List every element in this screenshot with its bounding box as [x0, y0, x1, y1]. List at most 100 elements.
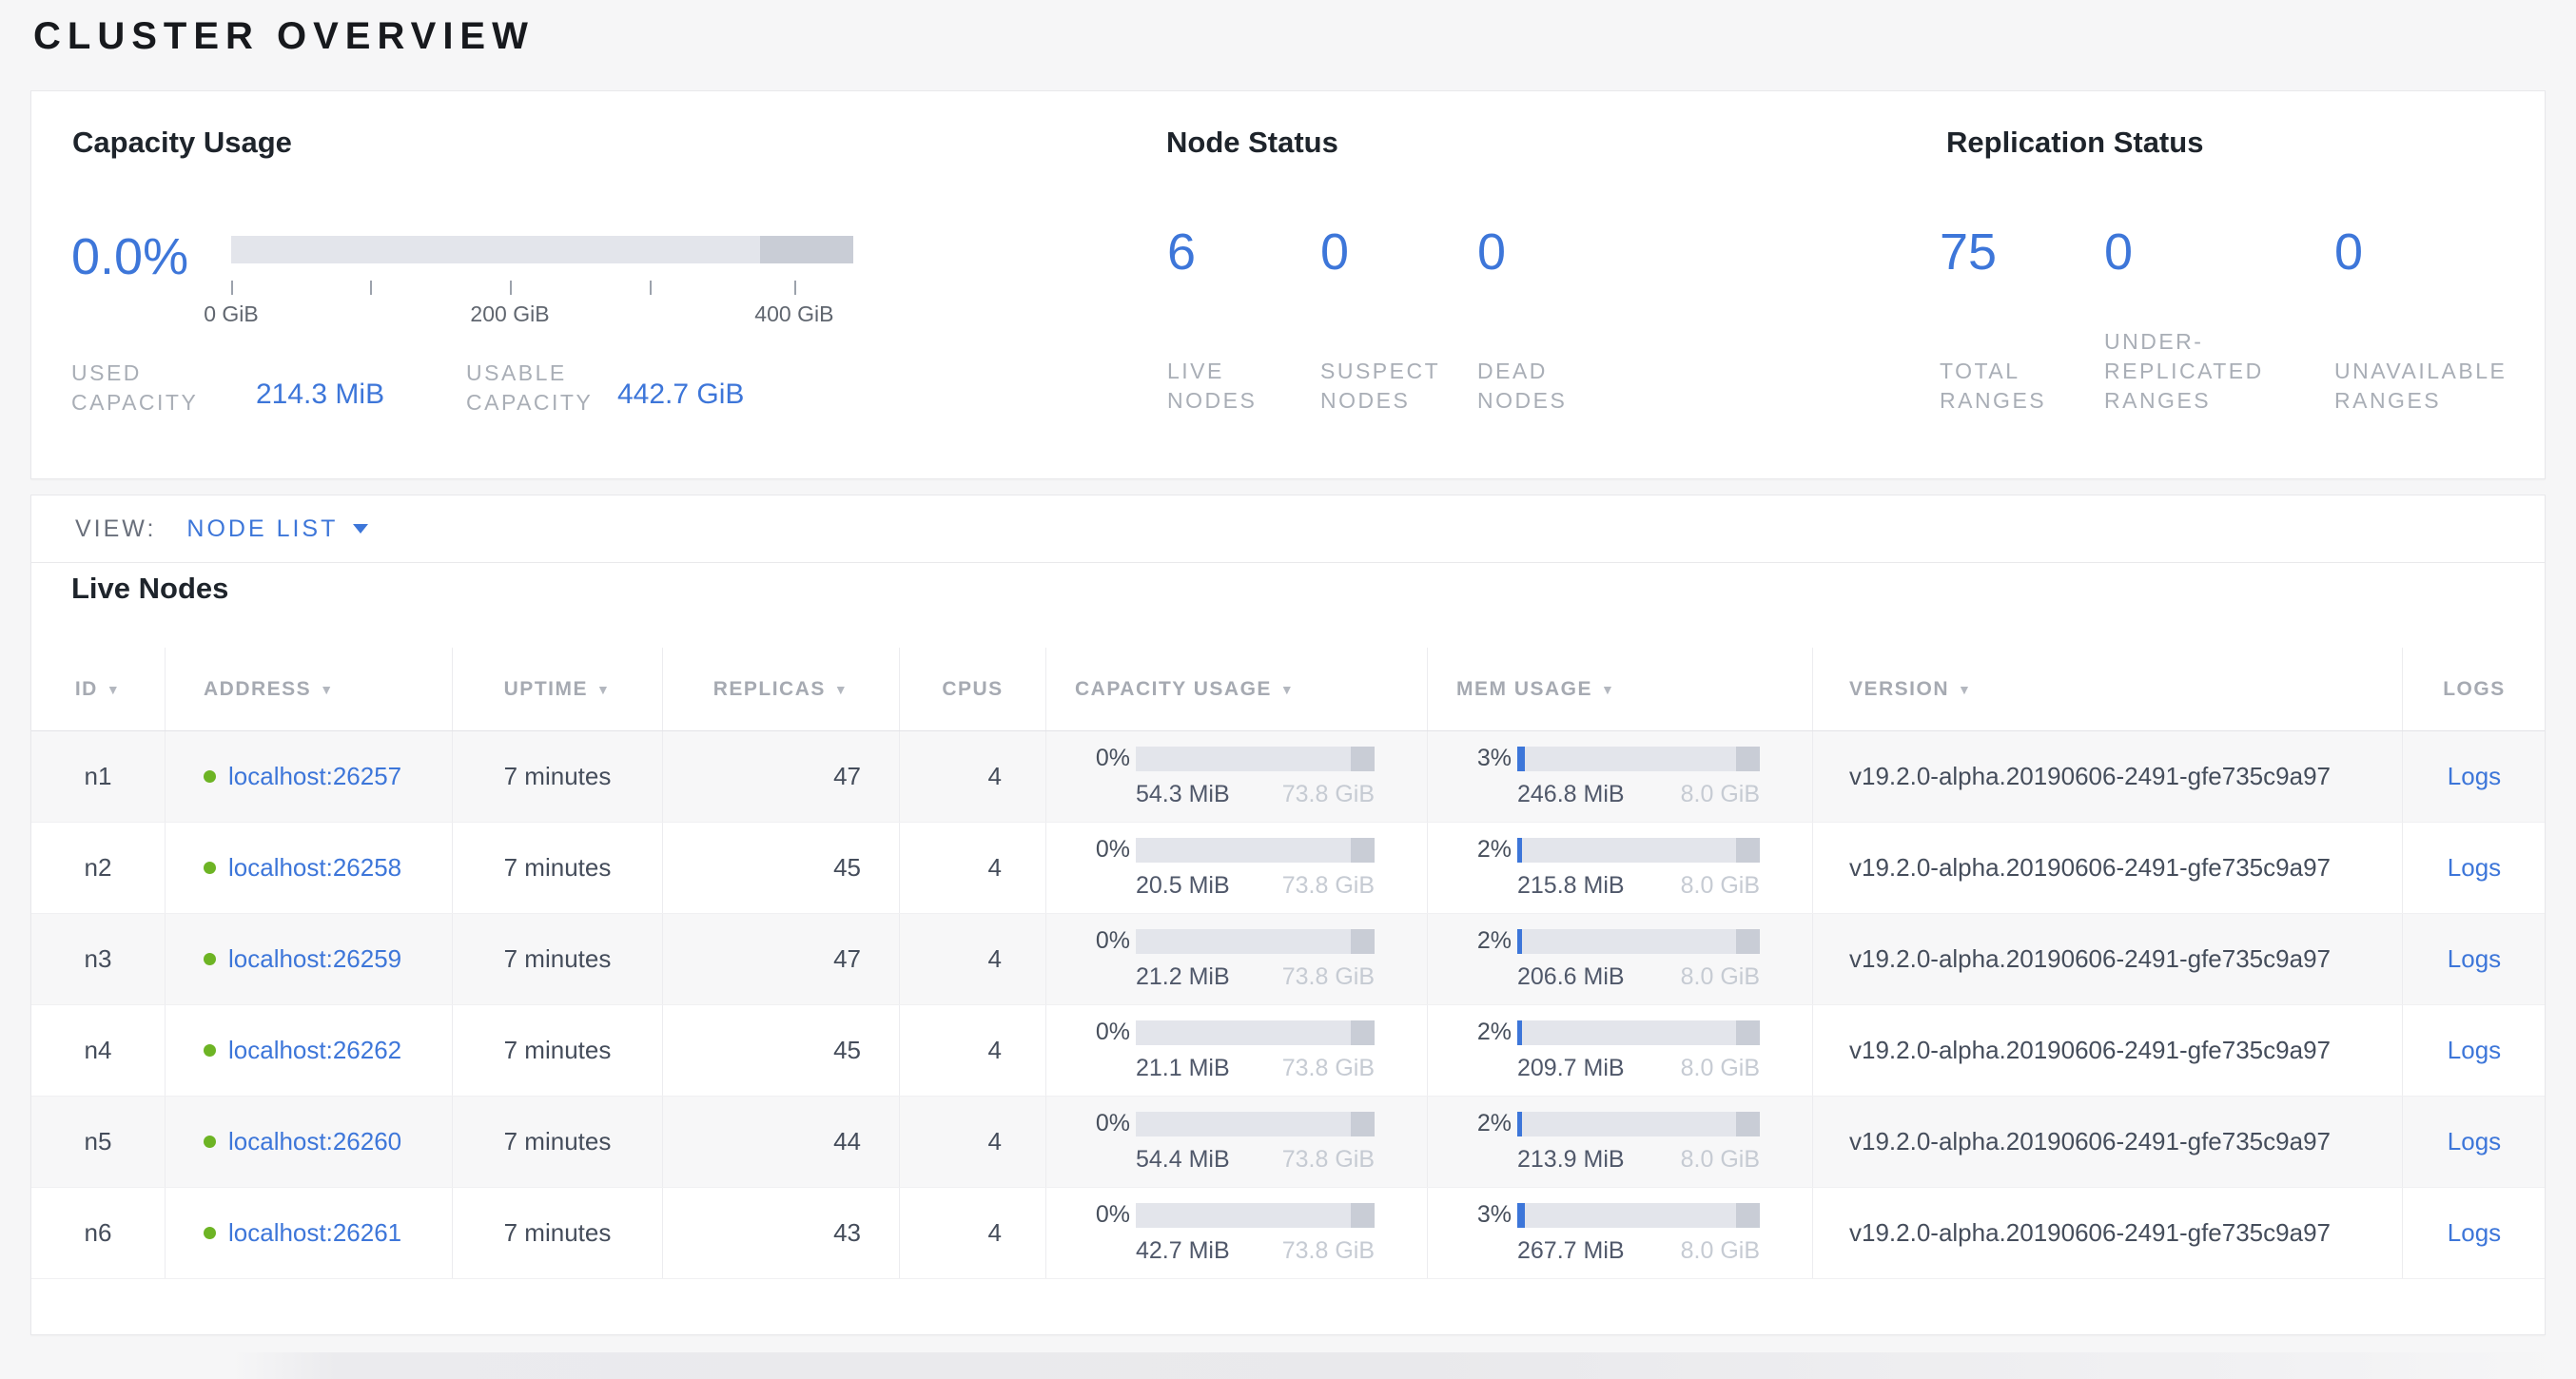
- memory-usage-cell: 2%213.9 MiB8.0 GiB: [1428, 1097, 1813, 1187]
- replication-status-title: Replication Status: [1946, 126, 2203, 160]
- column-header-address[interactable]: ADDRESS ▼: [166, 648, 453, 730]
- usage-percent: 0%: [1075, 1201, 1130, 1229]
- memory-usage: 3%267.7 MiB8.0 GiB: [1456, 1201, 1760, 1265]
- node-address-cell: localhost:26258: [166, 823, 453, 913]
- usage-used-value: 267.7 MiB: [1517, 1237, 1625, 1265]
- node-list-card: VIEW: NODE LIST Live Nodes ID▼ADDRESS▼UP…: [30, 495, 2546, 1335]
- usage-bar-reserved: [1351, 929, 1375, 954]
- usage-percent: 0%: [1075, 836, 1130, 864]
- capacity-gauge-axis: 0 GiB200 GiB400 GiB: [231, 281, 853, 341]
- usage-percent: 2%: [1456, 1019, 1512, 1046]
- node-address-link[interactable]: localhost:26259: [228, 944, 401, 974]
- column-header-label: ADDRESS: [204, 678, 311, 701]
- live-nodes-title: Live Nodes: [71, 572, 228, 606]
- axis-tick: [231, 281, 233, 295]
- logs-link[interactable]: Logs: [2448, 1218, 2501, 1248]
- live-status-icon: [204, 1136, 216, 1148]
- column-header-logs: LOGS: [2403, 648, 2546, 730]
- stat-label: DEAD NODES: [1477, 357, 1687, 416]
- memory-usage: 2%213.9 MiB8.0 GiB: [1456, 1110, 1760, 1174]
- cluster-overview-page: CLUSTER OVERVIEW Capacity Usage 0.0% 0 G…: [0, 0, 2576, 1379]
- sort-arrow-icon: ▼: [320, 682, 334, 697]
- node-id-cell: n1: [31, 731, 166, 822]
- node-address-link[interactable]: localhost:26257: [228, 762, 401, 791]
- column-header-uptime[interactable]: UPTIME▼: [453, 648, 663, 730]
- usage-percent: 0%: [1075, 745, 1130, 772]
- usable-capacity-value: 442.7 GiB: [617, 379, 744, 411]
- stat-value: 75: [1940, 223, 1997, 282]
- usage-bar-reserved: [1736, 838, 1761, 863]
- table-row: n1localhost:262577 minutes4740%54.3 MiB7…: [31, 731, 2545, 823]
- logs-link[interactable]: Logs: [2448, 944, 2501, 974]
- node-address-cell: localhost:26262: [166, 1005, 453, 1096]
- usage-used-value: 215.8 MiB: [1517, 872, 1625, 900]
- sort-arrow-icon: ▼: [834, 682, 849, 697]
- page-title: CLUSTER OVERVIEW: [33, 15, 535, 58]
- column-header-label: CPUS: [942, 678, 1003, 701]
- version-cell: v19.2.0-alpha.20190606-2491-gfe735c9a97: [1813, 731, 2403, 822]
- usage-bar-reserved: [1351, 1112, 1375, 1136]
- capacity-gauge-bar: [231, 236, 853, 263]
- column-header-mem-usage[interactable]: MEM USAGE▼: [1428, 648, 1813, 730]
- usage-total-value: 73.8 GiB: [1282, 1146, 1375, 1174]
- usage-bar-reserved: [1736, 1203, 1761, 1228]
- replicas-cell: 45: [663, 1005, 900, 1096]
- version-cell: v19.2.0-alpha.20190606-2491-gfe735c9a97: [1813, 823, 2403, 913]
- cpus-cell: 4: [900, 1005, 1046, 1096]
- memory-usage-cell: 3%246.8 MiB8.0 GiB: [1428, 731, 1813, 822]
- column-header-capacity-usage[interactable]: CAPACITY USAGE ▼: [1046, 648, 1428, 730]
- node-id-cell: n4: [31, 1005, 166, 1096]
- view-selected-value: NODE LIST: [186, 515, 338, 543]
- usage-bar-fill: [1517, 838, 1522, 863]
- usage-percent: 0%: [1075, 1019, 1130, 1046]
- capacity-usage-gauge: 0 GiB200 GiB400 GiB: [231, 236, 853, 341]
- column-header-label: CAPACITY USAGE: [1075, 678, 1272, 701]
- usage-total-value: 8.0 GiB: [1681, 1146, 1760, 1174]
- version-cell: v19.2.0-alpha.20190606-2491-gfe735c9a97: [1813, 1188, 2403, 1278]
- sort-arrow-icon: ▼: [596, 682, 611, 697]
- table-row: n3localhost:262597 minutes4740%21.2 MiB7…: [31, 914, 2545, 1005]
- cpus-cell: 4: [900, 1188, 1046, 1278]
- uptime-cell: 7 minutes: [453, 1005, 663, 1096]
- usage-total-value: 73.8 GiB: [1282, 872, 1375, 900]
- logs-link[interactable]: Logs: [2448, 853, 2501, 883]
- uptime-cell: 7 minutes: [453, 1097, 663, 1187]
- usage-bar: [1136, 747, 1375, 771]
- used-capacity-label: USED CAPACITY: [71, 359, 209, 418]
- node-address-link[interactable]: localhost:26261: [228, 1218, 401, 1248]
- stat-label: UNAVAILABLE RANGES: [2334, 357, 2544, 416]
- column-header-version[interactable]: VERSION▼: [1813, 648, 2403, 730]
- node-address-link[interactable]: localhost:26258: [228, 853, 401, 883]
- sort-arrow-icon: ▼: [1280, 682, 1295, 697]
- memory-usage-cell: 2%209.7 MiB8.0 GiB: [1428, 1005, 1813, 1096]
- cpus-cell: 4: [900, 1097, 1046, 1187]
- stat-value: 0: [1320, 223, 1349, 282]
- live-status-icon: [204, 1227, 216, 1239]
- stat-value: 0: [2334, 223, 2363, 282]
- usage-bar-reserved: [1736, 929, 1761, 954]
- logs-link[interactable]: Logs: [2448, 1127, 2501, 1156]
- column-header-replicas[interactable]: REPLICAS▼: [663, 648, 900, 730]
- usage-bar: [1517, 1112, 1760, 1136]
- node-address-link[interactable]: localhost:26260: [228, 1127, 401, 1156]
- memory-usage: 2%209.7 MiB8.0 GiB: [1456, 1019, 1760, 1082]
- capacity-gauge-reserved: [760, 236, 853, 263]
- stat-value: 6: [1167, 223, 1196, 282]
- usage-bar-fill: [1517, 747, 1525, 771]
- logs-link[interactable]: Logs: [2448, 762, 2501, 791]
- usage-total-value: 73.8 GiB: [1282, 1055, 1375, 1082]
- usage-used-value: 54.4 MiB: [1136, 1146, 1230, 1174]
- column-header-id[interactable]: ID▼: [31, 648, 166, 730]
- usage-bar-fill: [1517, 1203, 1525, 1228]
- axis-tick: [650, 281, 652, 295]
- node-address-link[interactable]: localhost:26262: [228, 1036, 401, 1065]
- logs-link[interactable]: Logs: [2448, 1036, 2501, 1065]
- usage-bar-reserved: [1736, 1020, 1761, 1045]
- capacity-usage: 0%54.3 MiB73.8 GiB: [1075, 745, 1375, 808]
- table-row: n6localhost:262617 minutes4340%42.7 MiB7…: [31, 1188, 2545, 1279]
- memory-usage: 2%215.8 MiB8.0 GiB: [1456, 836, 1760, 900]
- capacity-usage-title: Capacity Usage: [72, 126, 292, 160]
- view-selector[interactable]: NODE LIST: [186, 515, 368, 543]
- cluster-summary-card: Capacity Usage 0.0% 0 GiB200 GiB400 GiB …: [30, 90, 2546, 479]
- usage-bar: [1517, 747, 1760, 771]
